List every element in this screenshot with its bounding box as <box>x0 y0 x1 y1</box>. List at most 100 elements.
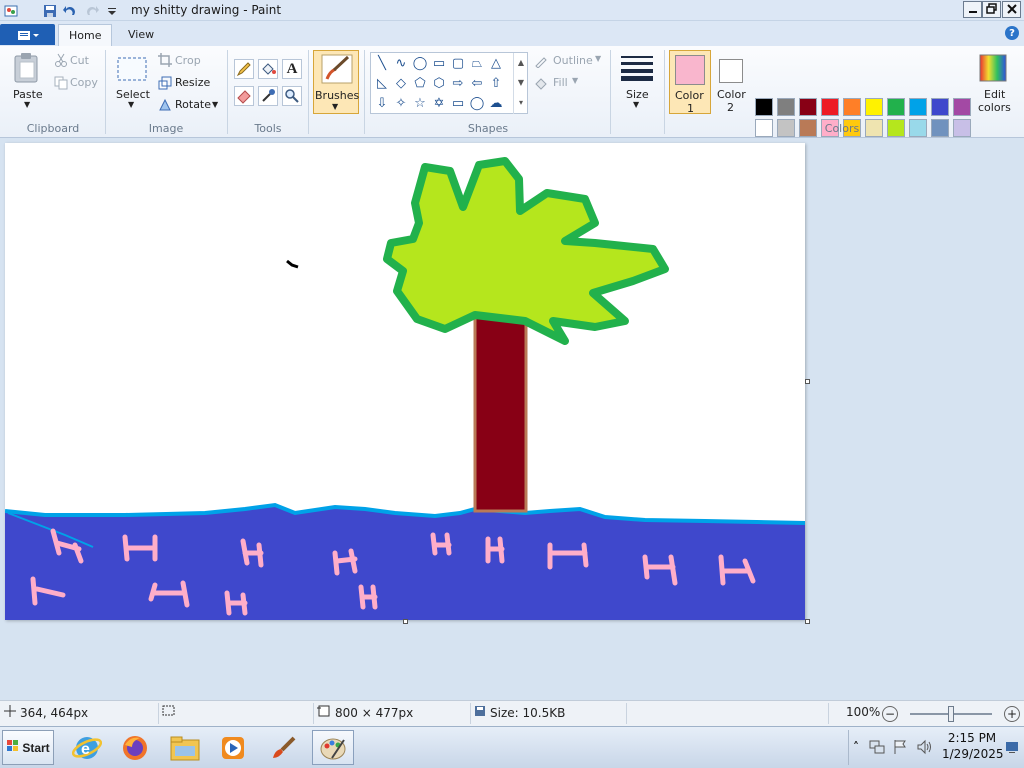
volume-icon[interactable] <box>916 739 932 758</box>
palette-swatch[interactable] <box>931 98 949 116</box>
restore-button[interactable] <box>982 1 1001 18</box>
size-dropdown-icon[interactable]: ▼ <box>633 100 639 109</box>
shape-up-arrow-icon[interactable]: ⇧ <box>487 74 505 92</box>
shape-curve-icon[interactable]: ∿ <box>392 54 410 72</box>
clock-time: 2:15 PM <box>947 731 997 745</box>
color1-button[interactable]: Color 1 <box>669 50 711 115</box>
rotate-button[interactable]: Rotate <box>175 98 211 111</box>
restore-icon <box>986 2 997 17</box>
paint-app-icon[interactable] <box>4 3 18 18</box>
resize-button[interactable]: Resize <box>175 76 210 89</box>
color-picker-icon[interactable] <box>258 86 278 106</box>
show-desktop-icon[interactable] <box>1005 740 1019 757</box>
magnifier-icon[interactable] <box>282 86 302 106</box>
resize-handle-bottom[interactable] <box>403 619 408 624</box>
zoom-in-button[interactable]: + <box>1004 706 1020 722</box>
crosshair-icon <box>4 705 16 720</box>
media-player-icon[interactable] <box>212 730 254 765</box>
pencil-icon[interactable] <box>234 59 254 79</box>
tree-foliage <box>383 157 669 345</box>
shape-polygon-icon[interactable]: ⏢ <box>468 54 486 72</box>
edit-colors-label[interactable]: Edit <box>984 88 1005 101</box>
zoom-out-button[interactable]: − <box>882 706 898 722</box>
shape-callout-oval-icon[interactable]: ◯ <box>468 94 486 112</box>
shape-line-icon[interactable]: ╲ <box>373 54 391 72</box>
shape-triangle-icon[interactable]: △ <box>487 54 505 72</box>
shape-five-point-star-icon[interactable]: ☆ <box>411 94 429 112</box>
shape-right-arrow-icon[interactable]: ⇨ <box>449 74 467 92</box>
palette-swatch[interactable] <box>843 98 861 116</box>
shape-rounded-rectangle-icon[interactable]: ▢ <box>449 54 467 72</box>
select-icon[interactable] <box>116 56 148 85</box>
resize-handle-corner[interactable] <box>805 619 810 624</box>
shape-diamond-icon[interactable]: ◇ <box>392 74 410 92</box>
shape-rectangle-icon[interactable]: ▭ <box>430 54 448 72</box>
shape-four-point-star-icon[interactable]: ✧ <box>392 94 410 112</box>
shapes-scroll[interactable]: ▲ ▼ ▾ <box>513 53 528 114</box>
palette-swatch[interactable] <box>953 98 971 116</box>
brushes-button[interactable]: Brushes ▼ <box>313 50 359 114</box>
eraser-icon[interactable] <box>234 86 254 106</box>
ribbon-separator <box>105 50 106 134</box>
paint-app-icon[interactable] <box>312 730 354 765</box>
paste-dropdown-icon[interactable]: ▼ <box>24 100 30 109</box>
palette-swatch[interactable] <box>887 98 905 116</box>
action-center-flag-icon[interactable] <box>892 739 908 758</box>
palette-swatch[interactable] <box>777 98 795 116</box>
rotate-dropdown-icon[interactable]: ▼ <box>212 100 218 109</box>
copy-button[interactable]: Copy <box>70 76 98 89</box>
network-icon[interactable] <box>869 739 885 758</box>
shape-down-arrow-icon[interactable]: ⇩ <box>373 94 391 112</box>
shape-callout-rect-icon[interactable]: ▭ <box>449 94 467 112</box>
help-icon[interactable]: ? <box>1005 26 1019 40</box>
zoom-slider-track[interactable] <box>910 706 992 722</box>
resize-handle-right[interactable] <box>805 379 810 384</box>
edit-colors-label-2[interactable]: colors <box>978 101 1011 114</box>
minimize-button[interactable] <box>963 1 982 18</box>
color2-button[interactable]: Color 2 <box>714 50 750 114</box>
fill-button[interactable]: Fill <box>553 76 568 89</box>
paint-menu-button[interactable] <box>0 24 55 45</box>
shape-oval-icon[interactable]: ◯ <box>411 54 429 72</box>
shape-right-triangle-icon[interactable]: ◺ <box>373 74 391 92</box>
palette-swatch[interactable] <box>755 98 773 116</box>
close-button[interactable] <box>1002 1 1021 18</box>
shape-callout-cloud-icon[interactable]: ☁ <box>487 94 505 112</box>
crop-button[interactable]: Crop <box>175 54 201 67</box>
outline-button[interactable]: Outline <box>553 54 593 67</box>
palette-swatch[interactable] <box>953 119 971 137</box>
select-dropdown-icon[interactable]: ▼ <box>128 100 134 109</box>
firefox-icon[interactable] <box>114 730 156 765</box>
palette-swatch[interactable] <box>799 98 817 116</box>
start-button[interactable]: Start <box>2 730 54 765</box>
tab-view[interactable]: View <box>118 24 164 46</box>
size-icon[interactable] <box>620 54 654 85</box>
outline-dropdown-icon[interactable]: ▼ <box>595 54 601 63</box>
show-hidden-icons-icon[interactable]: ˄ <box>853 740 859 754</box>
fill-dropdown-icon[interactable]: ▼ <box>572 76 578 85</box>
text-icon[interactable]: A <box>282 59 302 79</box>
shape-hexagon-icon[interactable]: ⬡ <box>430 74 448 92</box>
customize-dropdown-icon[interactable] <box>106 3 118 18</box>
edit-colors-icon[interactable] <box>979 54 1007 85</box>
redo-icon[interactable] <box>84 3 100 18</box>
palette-swatch[interactable] <box>865 98 883 116</box>
shape-left-arrow-icon[interactable]: ⇦ <box>468 74 486 92</box>
cut-button[interactable]: Cut <box>70 54 89 67</box>
file-explorer-icon[interactable] <box>164 730 206 765</box>
paste-icon[interactable] <box>12 52 42 87</box>
taskbar-clock[interactable]: 2:15 PM 1/29/2025 <box>942 730 1004 762</box>
palette-swatch[interactable] <box>909 98 927 116</box>
tab-home[interactable]: Home <box>58 24 113 46</box>
undo-icon[interactable] <box>62 3 78 18</box>
drawing-canvas[interactable] <box>4 143 806 620</box>
save-icon[interactable] <box>42 3 58 18</box>
shape-pentagon-icon[interactable]: ⬠ <box>411 74 429 92</box>
paintbrush-app-icon[interactable] <box>262 730 304 765</box>
palette-swatch[interactable] <box>821 98 839 116</box>
internet-explorer-icon[interactable]: e <box>66 730 108 765</box>
fill-bucket-icon[interactable] <box>258 59 278 79</box>
shape-six-point-star-icon[interactable]: ✡ <box>430 94 448 112</box>
palette-swatch[interactable] <box>931 119 949 137</box>
zoom-slider-thumb[interactable] <box>948 706 954 722</box>
